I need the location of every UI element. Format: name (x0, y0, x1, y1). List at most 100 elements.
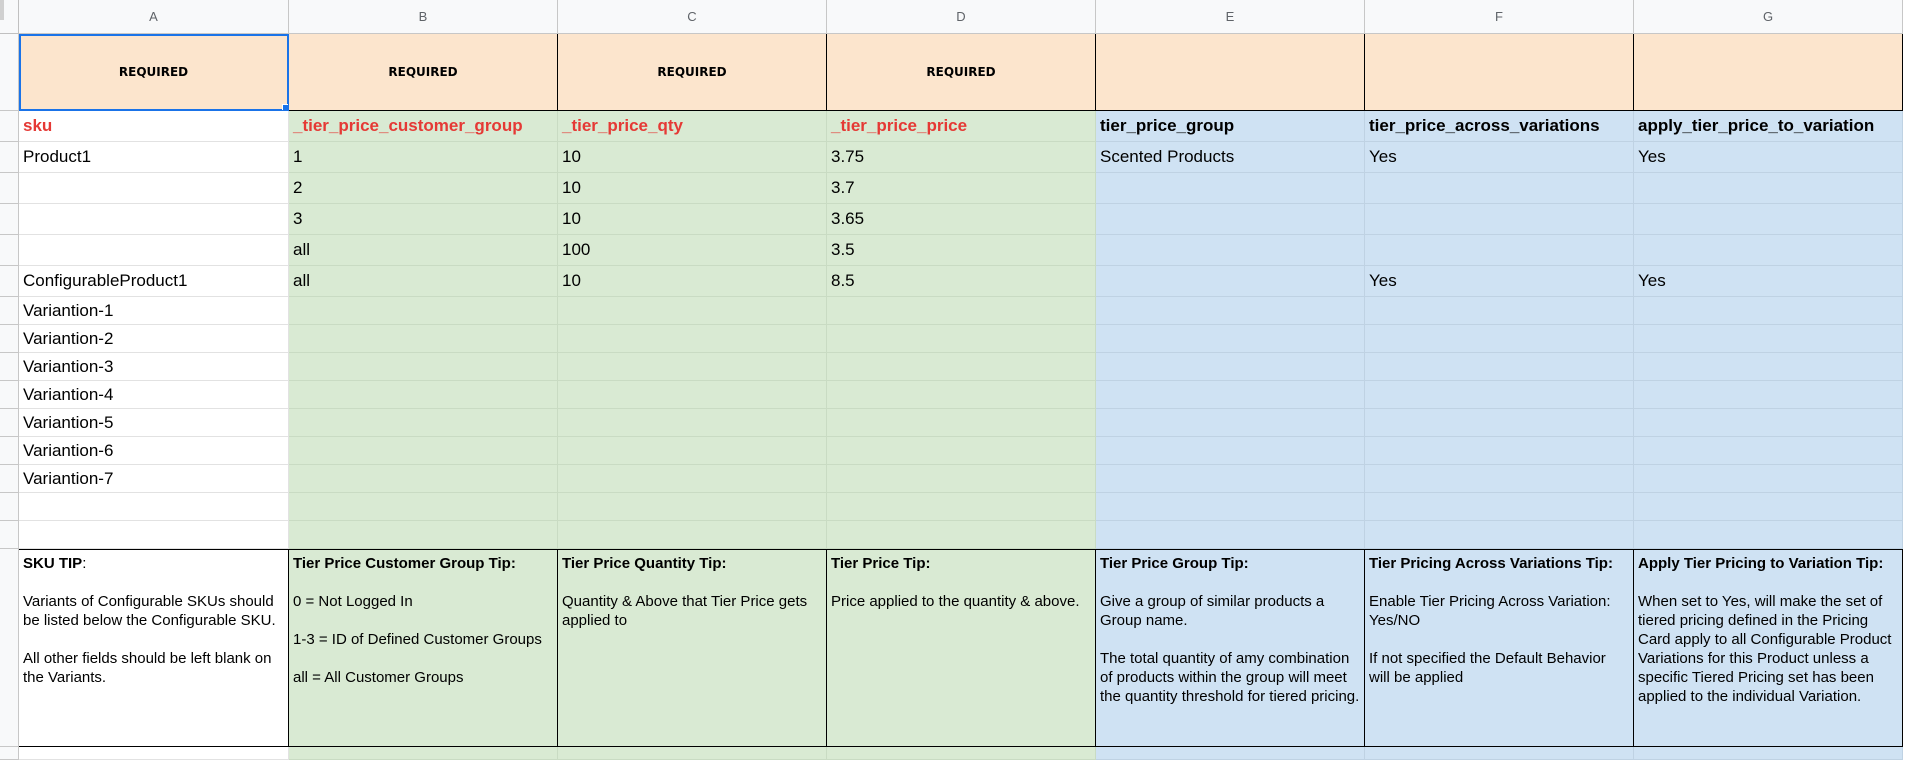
cell[interactable]: 8.5 (827, 266, 1096, 297)
cell[interactable] (289, 437, 558, 465)
cell[interactable]: Variantion-2 (19, 325, 289, 353)
cell[interactable]: all (289, 266, 558, 297)
cell[interactable]: 1 (289, 142, 558, 173)
cell[interactable] (1365, 437, 1634, 465)
cell[interactable] (1365, 325, 1634, 353)
cell[interactable]: Yes (1365, 142, 1634, 173)
row-header[interactable] (0, 493, 19, 521)
cell[interactable] (289, 297, 558, 325)
cell-header-price[interactable]: _tier_price_price (827, 111, 1096, 142)
tip-cell-sku[interactable]: SKU TIP: Variants of Configurable SKUs s… (19, 549, 289, 747)
cell[interactable]: 10 (558, 204, 827, 235)
cell[interactable] (1365, 204, 1634, 235)
cell[interactable]: Variantion-1 (19, 297, 289, 325)
cell[interactable] (1634, 465, 1903, 493)
cell[interactable] (1365, 747, 1634, 760)
cell[interactable] (1096, 325, 1365, 353)
cell[interactable]: 3.65 (827, 204, 1096, 235)
cell[interactable] (289, 747, 558, 760)
cell-e1[interactable] (1096, 34, 1365, 111)
cell[interactable]: Product1 (19, 142, 289, 173)
cell[interactable] (1096, 381, 1365, 409)
cell[interactable] (19, 493, 289, 521)
cell[interactable]: 10 (558, 173, 827, 204)
row-header[interactable] (0, 409, 19, 437)
cell[interactable] (827, 409, 1096, 437)
cell[interactable] (1634, 325, 1903, 353)
cell[interactable] (827, 437, 1096, 465)
row-header[interactable] (0, 235, 19, 266)
column-header-g[interactable]: G (1634, 0, 1903, 34)
cell-g1[interactable] (1634, 34, 1903, 111)
cell[interactable]: 10 (558, 266, 827, 297)
cell-header-qty[interactable]: _tier_price_qty (558, 111, 827, 142)
cell[interactable]: all (289, 235, 558, 266)
cell[interactable] (1365, 465, 1634, 493)
column-header-b[interactable]: B (289, 0, 558, 34)
cell[interactable] (1365, 353, 1634, 381)
cell[interactable] (1634, 235, 1903, 266)
cell[interactable] (558, 521, 827, 549)
cell[interactable] (1096, 437, 1365, 465)
row-header[interactable] (0, 34, 19, 111)
cell[interactable] (1096, 235, 1365, 266)
cell[interactable] (1634, 747, 1903, 760)
cell[interactable] (1634, 381, 1903, 409)
cell[interactable]: Variantion-6 (19, 437, 289, 465)
row-header[interactable] (0, 111, 19, 142)
cell[interactable] (827, 297, 1096, 325)
cell[interactable]: 10 (558, 142, 827, 173)
row-header[interactable] (0, 325, 19, 353)
cell[interactable] (1634, 353, 1903, 381)
fill-handle[interactable] (282, 104, 288, 110)
cell[interactable] (19, 173, 289, 204)
cell-header-customer-group[interactable]: _tier_price_customer_group (289, 111, 558, 142)
cell[interactable]: Variantion-3 (19, 353, 289, 381)
tip-cell-quantity[interactable]: Tier Price Quantity Tip: Quantity & Abov… (558, 549, 827, 747)
cell[interactable] (558, 493, 827, 521)
column-header-e[interactable]: E (1096, 0, 1365, 34)
cell-header-across-variations[interactable]: tier_price_across_variations (1365, 111, 1634, 142)
cell[interactable]: Variantion-7 (19, 465, 289, 493)
cell[interactable]: ConfigurableProduct1 (19, 266, 289, 297)
cell[interactable] (19, 521, 289, 549)
cell[interactable] (1096, 409, 1365, 437)
cell-b1[interactable]: REQUIRED (289, 34, 558, 111)
select-all-corner[interactable] (0, 0, 19, 34)
cell[interactable] (1096, 747, 1365, 760)
cell[interactable]: Yes (1634, 266, 1903, 297)
column-header-c[interactable]: C (558, 0, 827, 34)
cell[interactable]: 3 (289, 204, 558, 235)
cell-a1[interactable]: REQUIRED (19, 34, 289, 111)
cell[interactable] (1634, 297, 1903, 325)
tip-cell-price-group[interactable]: Tier Price Group Tip: Give a group of si… (1096, 549, 1365, 747)
cell[interactable] (1365, 493, 1634, 521)
tip-cell-apply-to-variation[interactable]: Apply Tier Pricing to Variation Tip: Whe… (1634, 549, 1903, 747)
cell[interactable] (289, 521, 558, 549)
cell[interactable] (1096, 266, 1365, 297)
cell[interactable] (289, 493, 558, 521)
column-header-f[interactable]: F (1365, 0, 1634, 34)
row-header[interactable] (0, 465, 19, 493)
row-header[interactable] (0, 204, 19, 235)
cell[interactable] (827, 353, 1096, 381)
cell[interactable]: Scented Products (1096, 142, 1365, 173)
cell[interactable]: 2 (289, 173, 558, 204)
row-header[interactable] (0, 173, 19, 204)
cell[interactable]: Variantion-4 (19, 381, 289, 409)
cell[interactable] (1096, 353, 1365, 381)
cell[interactable] (289, 353, 558, 381)
cell[interactable]: 3.75 (827, 142, 1096, 173)
cell[interactable] (1096, 493, 1365, 521)
row-header[interactable] (0, 549, 19, 747)
cell-f1[interactable] (1365, 34, 1634, 111)
cell[interactable] (1365, 381, 1634, 409)
tip-cell-customer-group[interactable]: Tier Price Customer Group Tip: 0 = Not L… (289, 549, 558, 747)
cell[interactable] (289, 465, 558, 493)
row-header[interactable] (0, 437, 19, 465)
row-header[interactable] (0, 297, 19, 325)
cell[interactable] (1096, 465, 1365, 493)
cell-header-sku[interactable]: sku (19, 111, 289, 142)
cell[interactable] (558, 381, 827, 409)
cell[interactable] (558, 465, 827, 493)
